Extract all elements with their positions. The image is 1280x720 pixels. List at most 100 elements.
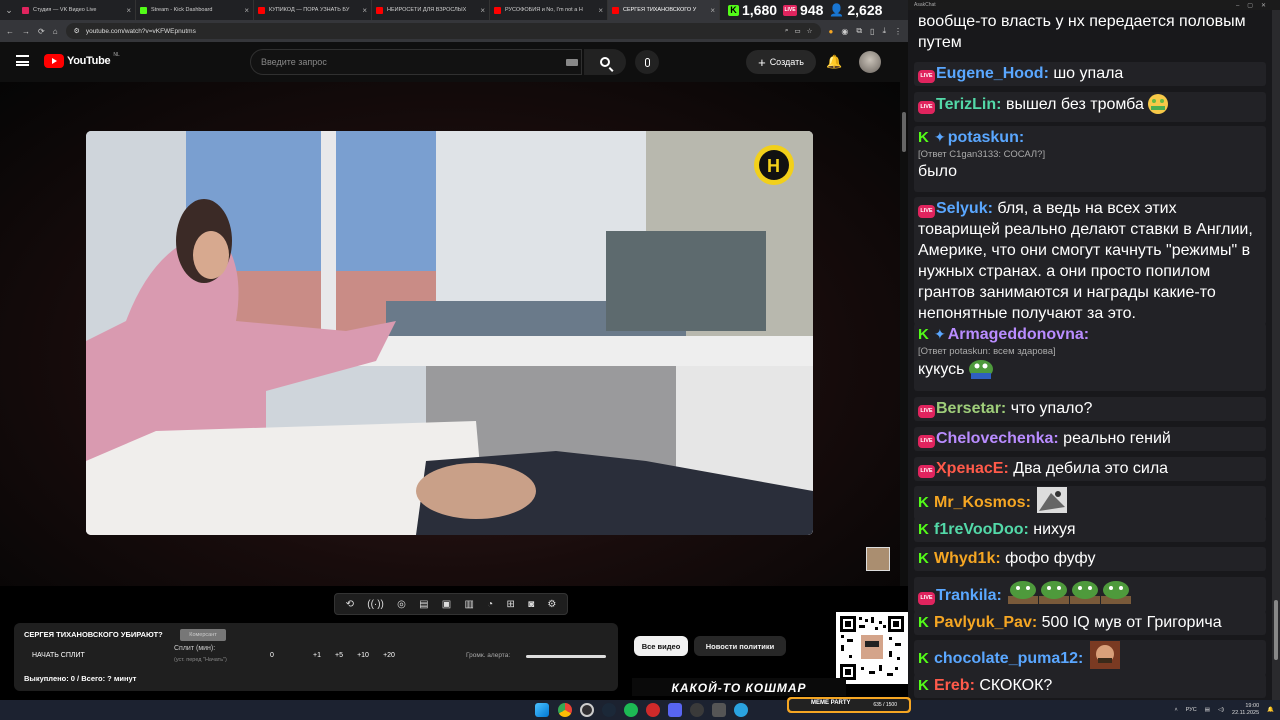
site-info-icon[interactable]: ⚙	[74, 27, 80, 35]
window-controls[interactable]: –▢✕	[1236, 2, 1274, 9]
forward-icon[interactable]: →	[22, 27, 30, 36]
tab-close-icon[interactable]: ×	[480, 6, 485, 15]
create-button[interactable]: + Создать	[746, 50, 816, 74]
chat-text: СКОКОК?	[979, 677, 1053, 694]
profile-extension-icon[interactable]: ◉	[841, 27, 848, 36]
chat-username[interactable]: Chelovechenka:	[936, 430, 1059, 447]
download-icon[interactable]: ⤓	[882, 26, 886, 36]
puzzle-icon[interactable]: ⧉	[856, 26, 862, 36]
chrome-icon[interactable]	[558, 703, 572, 717]
language-indicator[interactable]: РУС	[1186, 707, 1197, 713]
discord-icon[interactable]	[668, 703, 682, 717]
hamburger-menu-icon[interactable]	[16, 55, 29, 66]
app-icon[interactable]	[690, 703, 704, 717]
filmstrip-icon[interactable]: ▥	[464, 599, 473, 610]
add-10-button[interactable]: +10	[350, 652, 376, 659]
notifications-bell-icon[interactable]: 🔔	[826, 55, 842, 68]
steam-icon[interactable]	[602, 703, 616, 717]
chat-username[interactable]: Whyd1k:	[934, 550, 1001, 567]
search-button[interactable]	[584, 49, 626, 75]
avatar[interactable]	[859, 51, 881, 73]
telegram-icon[interactable]	[734, 703, 748, 717]
browser-tab[interactable]: Stream - Kick Dashboard ×	[136, 0, 254, 20]
broadcast-icon[interactable]: ((·))	[367, 599, 384, 610]
chat-username[interactable]: f1reVooDoo:	[934, 521, 1029, 538]
camera-icon[interactable]: ◙	[528, 599, 534, 610]
kick-badge-icon: K	[918, 550, 929, 567]
split-value[interactable]: 0	[270, 652, 306, 659]
bookmark-star-icon[interactable]: ☆	[807, 27, 813, 35]
chat-username[interactable]: Mr_Kosmos:	[934, 494, 1031, 511]
clock[interactable]: 19:00 22.11.2025	[1232, 703, 1259, 717]
chevron-up-icon[interactable]: ˄	[1175, 707, 1178, 713]
picture-icon[interactable]: ▣	[442, 599, 451, 610]
speed-icon[interactable]: ◔	[487, 599, 493, 610]
chat-username[interactable]: Pavlyuk_Pav:	[934, 614, 1037, 631]
page-scrollbar[interactable]	[900, 82, 908, 586]
chat-username[interactable]: TerizLin:	[936, 96, 1001, 113]
chat-username[interactable]: Armageddonovna:	[948, 326, 1089, 343]
tab-title: Студия — VK Видео Live	[33, 7, 97, 13]
browser-tab[interactable]: РУСОФОБИЯ и No, I'm not a H ×	[490, 0, 608, 20]
loop-icon[interactable]: ⟲	[346, 599, 354, 610]
film-icon[interactable]: ▤	[419, 599, 428, 610]
sidebar-icon[interactable]: ▯	[870, 27, 874, 36]
menu-dots-icon[interactable]: ⋮	[894, 27, 902, 36]
app-icon[interactable]	[646, 703, 660, 717]
network-icon[interactable]: ▤	[1205, 707, 1210, 713]
tracker-chip[interactable]: Комерсант	[180, 629, 226, 641]
split-tracker-panel: СЕРГЕЯ ТИХАНОВСКОГО УБИРАЮТ? Комерсант Н…	[14, 623, 618, 691]
tab-close-icon[interactable]: ×	[362, 6, 367, 15]
screenshot-frame-icon[interactable]: ⊞	[506, 599, 514, 610]
tab-close-icon[interactable]: ×	[710, 6, 715, 15]
spotify-icon[interactable]	[624, 703, 638, 717]
obs-icon[interactable]	[580, 703, 594, 717]
chat-scrollbar[interactable]	[1272, 10, 1280, 700]
chat-username[interactable]: chocolate_puma12:	[934, 650, 1083, 667]
channel-thumbnail[interactable]	[866, 547, 890, 571]
alert-volume-slider[interactable]	[526, 655, 606, 658]
bell-icon[interactable]: 🔔	[1267, 707, 1274, 713]
voice-search-button[interactable]	[635, 50, 659, 74]
home-icon[interactable]: ⌂	[53, 27, 58, 36]
chat-username[interactable]: Bersetar:	[936, 400, 1006, 417]
browser-tab[interactable]: КУПИКОД — ПОРА УЗНАТЬ БУ ×	[254, 0, 372, 20]
extension-icon[interactable]: ●	[829, 27, 834, 36]
gear-icon[interactable]: ⚙	[547, 599, 556, 610]
add-1-button[interactable]: +1	[306, 652, 328, 659]
start-split-button[interactable]: НАЧАТЬ СПЛИТ	[32, 652, 85, 659]
chat-username[interactable]: Trankila:	[936, 587, 1002, 604]
add-5-button[interactable]: +5	[328, 652, 350, 659]
tab-close-icon[interactable]: ×	[126, 6, 131, 15]
filter-all-videos[interactable]: Все видео	[634, 636, 688, 656]
chat-username[interactable]: ХренасЕ:	[936, 460, 1009, 477]
video-player[interactable]: H	[0, 82, 900, 586]
back-icon[interactable]: ←	[6, 27, 14, 36]
tab-favicon-icon	[22, 6, 29, 14]
filter-politics-news[interactable]: Новости политики	[694, 636, 786, 656]
youtube-logo[interactable]: YouTube NL	[44, 52, 120, 68]
chat-username[interactable]: Ereb:	[934, 677, 975, 694]
windows-start-icon[interactable]	[535, 703, 549, 717]
chat-username[interactable]: Eugene_Hood:	[936, 65, 1049, 82]
volume-icon[interactable]: ◁)	[1218, 707, 1224, 713]
browser-tab[interactable]: НЕЙРОСЕТИ ДЛЯ ВЗРОСЛЫХ ×	[372, 0, 490, 20]
chat-username[interactable]: potaskun:	[948, 129, 1024, 146]
camera-eye-icon[interactable]: ◎	[397, 599, 406, 610]
browser-tab[interactable]: СЕРГЕЯ ТИХАНОВСКОГО У ×	[608, 0, 720, 20]
reload-icon[interactable]: ⟳	[38, 27, 45, 36]
tab-search-icon[interactable]: ⌄	[0, 0, 18, 20]
keyboard-icon[interactable]	[566, 59, 578, 66]
chat-username[interactable]: Selyuk:	[936, 200, 993, 217]
cast-icon[interactable]: ▭	[795, 27, 801, 35]
video-frame[interactable]: H	[86, 131, 813, 535]
browser-tab[interactable]: Студия — VK Видео Live ×	[18, 0, 136, 20]
tab-title: Stream - Kick Dashboard	[151, 7, 213, 13]
tab-close-icon[interactable]: ×	[244, 6, 249, 15]
app-icon[interactable]	[712, 703, 726, 717]
tab-close-icon[interactable]: ×	[598, 6, 603, 15]
url-field[interactable]: ⚙ youtube.com/watch?v=vKFWEpnutms ⌕ ▭ ☆	[65, 23, 821, 39]
search-input[interactable]	[250, 49, 582, 75]
zoom-icon[interactable]: ⌕	[785, 27, 789, 35]
add-20-button[interactable]: +20	[376, 652, 402, 659]
